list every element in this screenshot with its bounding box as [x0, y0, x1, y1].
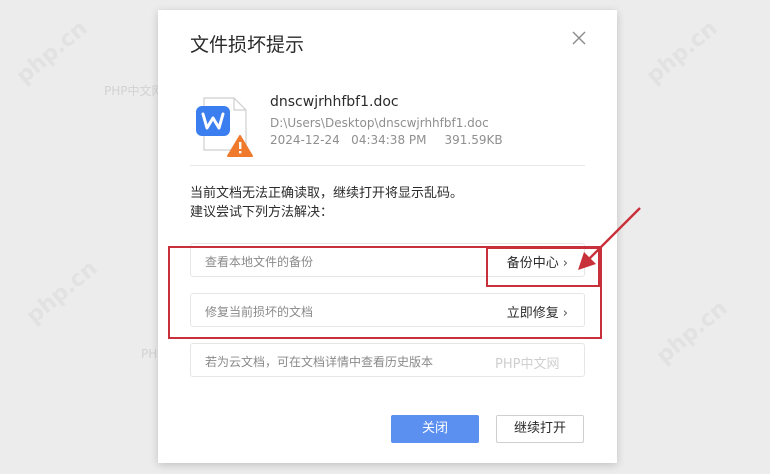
divider	[190, 165, 585, 166]
file-meta: 2024-12-24 04:34:38 PM 391.59KB	[270, 133, 503, 147]
watermark-rotated: php.cn	[641, 15, 723, 90]
file-corrupt-dialog: 文件损坏提示 dnscwjrhhfbf1.doc D:\Users\Deskto…	[158, 10, 617, 463]
close-icon[interactable]	[569, 28, 589, 48]
file-datetime: 2024-12-24 04:34:38 PM	[270, 133, 427, 147]
message-line: 建议尝试下列方法解决：	[190, 205, 334, 220]
message-line: 当前文档无法正确读取，继续打开将显示乱码。	[190, 186, 464, 201]
close-button[interactable]: 关闭	[391, 415, 479, 443]
error-message: 当前文档无法正确读取，继续打开将显示乱码。 建议尝试下列方法解决：	[190, 184, 463, 222]
watermark-rotated: php.cn	[11, 15, 93, 90]
wps-doc-warning-icon	[194, 92, 256, 160]
file-size: 391.59KB	[444, 133, 503, 147]
watermark-rotated: php.cn	[651, 295, 733, 370]
watermark-rotated: php.cn	[21, 255, 103, 330]
continue-open-button[interactable]: 继续打开	[496, 415, 584, 443]
file-path: D:\Users\Desktop\dnscwjrhhfbf1.doc	[270, 116, 489, 130]
annotation-arrow	[578, 207, 641, 270]
dialog-title: 文件损坏提示	[190, 34, 305, 56]
option-cloud-history: 若为云文档，可在文档详情中查看历史版本 PHP中文网	[190, 343, 585, 377]
file-name: dnscwjrhhfbf1.doc	[270, 94, 399, 110]
option-label: 若为云文档，可在文档详情中查看历史版本	[205, 355, 434, 369]
watermark: PHP中文网	[495, 357, 560, 372]
watermark: PHP中文网	[104, 84, 164, 98]
